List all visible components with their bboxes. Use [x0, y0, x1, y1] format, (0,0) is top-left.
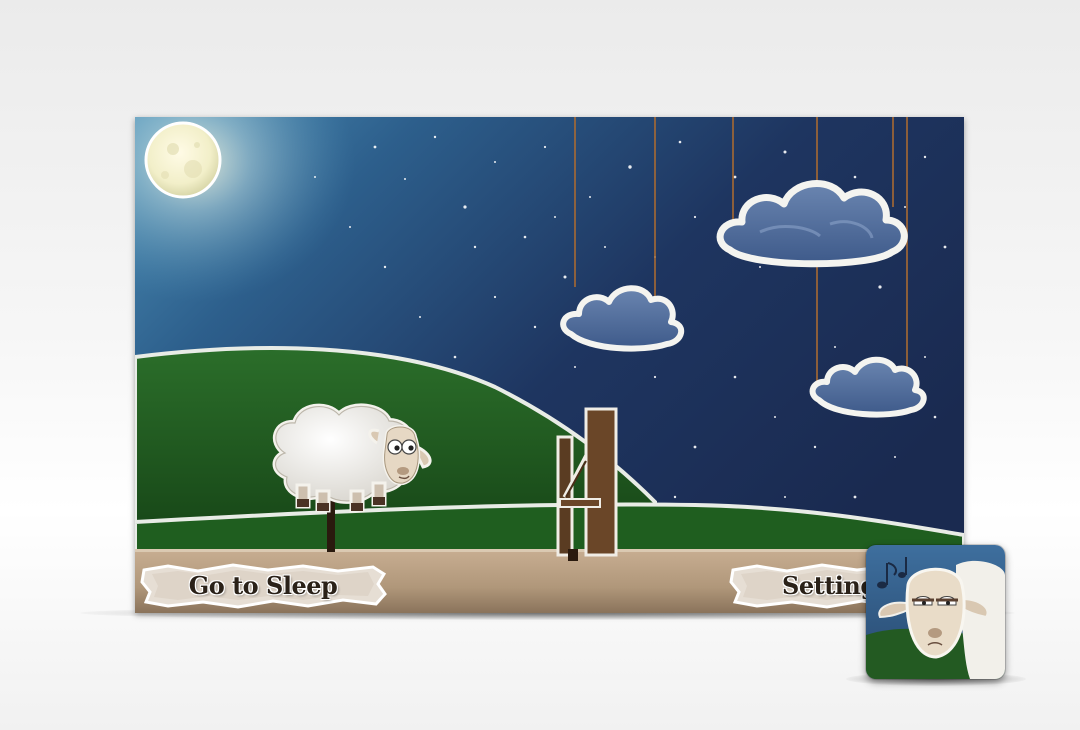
- go-to-sleep-button[interactable]: Go to Sleep: [138, 562, 388, 610]
- game-screen: Go to Sleep Settings: [135, 117, 964, 613]
- sheep-app-icon-art: [866, 545, 1005, 679]
- moon-icon: [144, 121, 222, 199]
- sheep-app-icon[interactable]: [866, 545, 1005, 679]
- night-scene: [135, 117, 964, 613]
- go-to-sleep-label: Go to Sleep: [188, 571, 338, 600]
